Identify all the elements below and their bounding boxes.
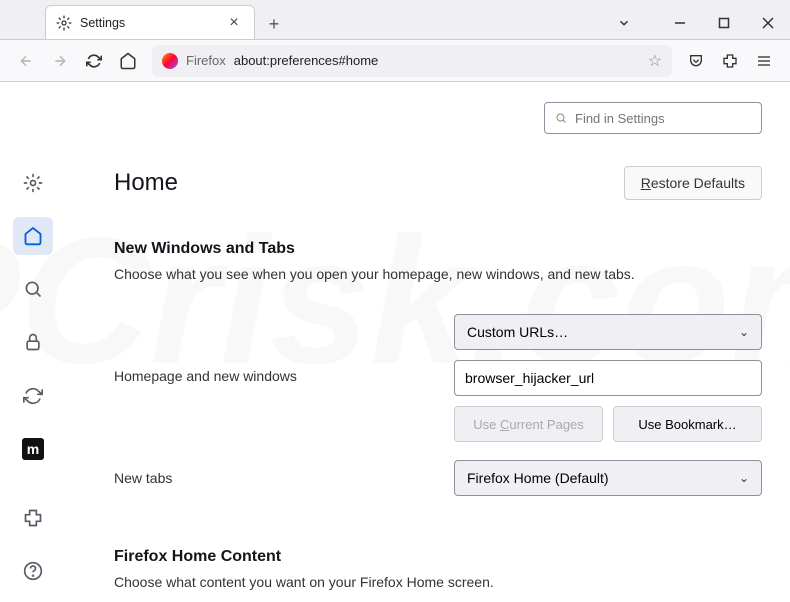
- address-label: Firefox: [186, 53, 226, 68]
- m-icon: m: [22, 438, 44, 460]
- sidebar-item-extensions[interactable]: [13, 500, 53, 537]
- sidebar-item-help[interactable]: [13, 553, 53, 590]
- restore-defaults-button[interactable]: Restore Defaults: [624, 166, 762, 200]
- use-current-pages-button[interactable]: Use Current Pages: [454, 406, 603, 442]
- settings-content: Home Restore Defaults New Windows and Ta…: [66, 82, 790, 602]
- section-desc-home-content: Choose what content you want on your Fir…: [114, 574, 762, 590]
- chevron-down-icon: ⌄: [739, 325, 749, 339]
- list-tabs-button[interactable]: [608, 7, 640, 39]
- sidebar-item-home[interactable]: [13, 217, 53, 254]
- new-tab-button[interactable]: +: [259, 9, 289, 39]
- sidebar-item-general[interactable]: [13, 164, 53, 201]
- page-title: Home: [114, 169, 178, 197]
- use-bookmark-button[interactable]: Use Bookmark…: [613, 406, 762, 442]
- homepage-url-input[interactable]: [454, 360, 762, 396]
- reload-button[interactable]: [78, 45, 110, 77]
- settings-sidebar: m: [0, 82, 66, 602]
- find-settings-input[interactable]: [575, 111, 751, 126]
- tab-title: Settings: [80, 16, 216, 30]
- firefox-logo-icon: [162, 53, 178, 69]
- homepage-label: Homepage and new windows: [114, 360, 454, 384]
- homepage-select-value: Custom URLs…: [467, 324, 568, 340]
- sidebar-item-search[interactable]: [13, 271, 53, 308]
- address-url: about:preferences#home: [234, 53, 640, 68]
- close-tab-icon[interactable]: ×: [224, 13, 244, 33]
- navigation-toolbar: Firefox about:preferences#home ☆: [0, 40, 790, 82]
- close-window-button[interactable]: [746, 7, 790, 39]
- extensions-button[interactable]: [714, 45, 746, 77]
- bookmark-star-icon[interactable]: ☆: [648, 51, 662, 71]
- search-icon: [555, 111, 567, 125]
- sidebar-item-privacy[interactable]: [13, 324, 53, 361]
- sidebar-item-sync[interactable]: [13, 377, 53, 414]
- address-bar[interactable]: Firefox about:preferences#home ☆: [152, 45, 672, 77]
- section-title-home-content: Firefox Home Content: [114, 548, 762, 566]
- section-title-new-windows: New Windows and Tabs: [114, 240, 762, 258]
- newtabs-select[interactable]: Firefox Home (Default) ⌄: [454, 460, 762, 496]
- section-desc-new-windows: Choose what you see when you open your h…: [114, 266, 762, 282]
- tab-bar: Settings × +: [0, 0, 790, 40]
- back-button[interactable]: [10, 45, 42, 77]
- newtabs-label: New tabs: [114, 470, 454, 486]
- forward-button[interactable]: [44, 45, 76, 77]
- browser-tab[interactable]: Settings ×: [45, 5, 255, 39]
- chevron-down-icon: ⌄: [739, 471, 749, 485]
- find-settings-search[interactable]: [544, 102, 762, 134]
- sidebar-item-more[interactable]: m: [13, 430, 53, 467]
- maximize-window-button[interactable]: [702, 7, 746, 39]
- pocket-button[interactable]: [680, 45, 712, 77]
- home-button[interactable]: [112, 45, 144, 77]
- app-menu-button[interactable]: [748, 45, 780, 77]
- gear-icon: [56, 15, 72, 31]
- minimize-window-button[interactable]: [658, 7, 702, 39]
- newtabs-select-value: Firefox Home (Default): [467, 470, 609, 486]
- homepage-select[interactable]: Custom URLs… ⌄: [454, 314, 762, 350]
